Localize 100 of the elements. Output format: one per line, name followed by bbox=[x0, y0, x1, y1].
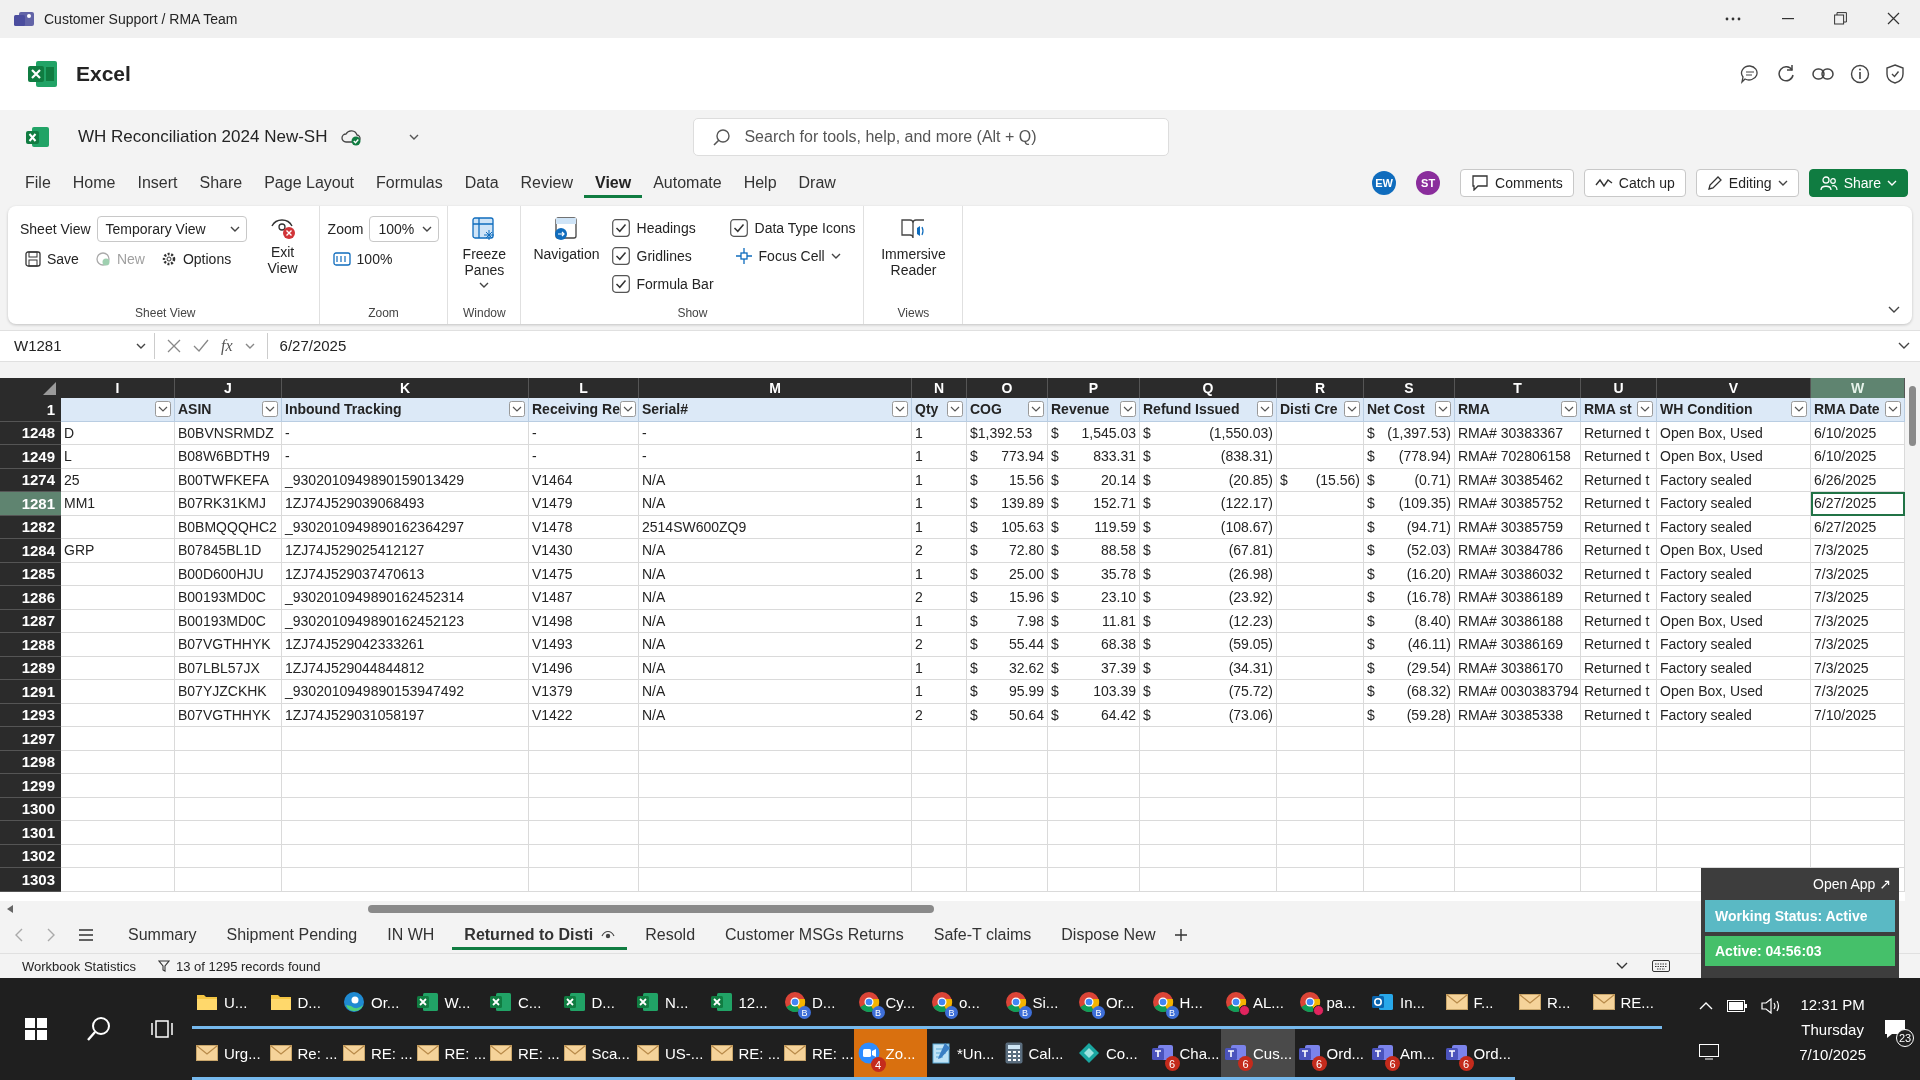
desktop-icon[interactable] bbox=[1699, 1044, 1720, 1060]
chevron-up-icon[interactable] bbox=[1699, 1002, 1714, 1010]
taskbar-button[interactable]: 6 Cus... bbox=[1221, 1029, 1295, 1080]
filter-dropdown-icon[interactable] bbox=[1561, 401, 1577, 418]
keyboard-icon[interactable] bbox=[1652, 960, 1670, 973]
taskbar-button[interactable]: B H... bbox=[1147, 978, 1221, 1029]
row-number[interactable]: 1302 bbox=[0, 844, 61, 869]
filter-dropdown-icon[interactable] bbox=[155, 401, 171, 418]
taskbar-button[interactable]: 4 Zo... bbox=[853, 1029, 927, 1080]
taskbar-button[interactable]: W... bbox=[412, 978, 486, 1029]
row-number[interactable]: 1249 bbox=[0, 445, 61, 469]
checkbox[interactable] bbox=[611, 219, 630, 238]
filter-dropdown-icon[interactable] bbox=[1885, 401, 1901, 418]
taskbar-button[interactable]: Co... bbox=[1074, 1029, 1148, 1080]
row-number[interactable]: 1282 bbox=[0, 515, 61, 540]
column-letter[interactable]: N bbox=[912, 377, 967, 398]
menu-tab[interactable]: File bbox=[14, 168, 62, 199]
taskbar-button[interactable]: 6 Ord... bbox=[1441, 1029, 1515, 1080]
taskbar-button[interactable]: RE... bbox=[1588, 978, 1662, 1029]
editing-button[interactable]: Editing bbox=[1695, 169, 1799, 198]
restore-icon[interactable] bbox=[1834, 12, 1847, 26]
dropdown[interactable]: Temporary View bbox=[96, 216, 247, 243]
menu-tab[interactable]: Insert bbox=[126, 168, 189, 199]
filter-dropdown-icon[interactable] bbox=[1257, 401, 1273, 418]
menu-tab[interactable]: Help bbox=[732, 168, 788, 199]
taskbar-button[interactable]: C... bbox=[486, 978, 560, 1029]
menu-tab[interactable]: Page Layout bbox=[253, 168, 366, 199]
row-number[interactable]: 1286 bbox=[0, 586, 61, 610]
row-number[interactable]: 1281 bbox=[0, 492, 61, 516]
menu-tab[interactable]: Home bbox=[61, 168, 127, 199]
row-number[interactable]: 1297 bbox=[0, 727, 61, 751]
menu-tab[interactable]: Share bbox=[188, 168, 254, 199]
info-icon[interactable] bbox=[1850, 63, 1870, 84]
sheet-tab[interactable]: Shipment Pending bbox=[214, 920, 370, 951]
filter-dropdown-icon[interactable] bbox=[1120, 401, 1136, 418]
column-letter[interactable]: M bbox=[639, 377, 912, 398]
plus-icon[interactable] bbox=[1173, 928, 1188, 943]
filter-dropdown-icon[interactable] bbox=[1028, 401, 1044, 418]
freeze-panes-button[interactable]: Freeze Panes bbox=[456, 212, 513, 293]
taskbar-button[interactable]: 6 Am... bbox=[1368, 1029, 1442, 1080]
speaker-icon[interactable] bbox=[1761, 998, 1782, 1014]
search-field[interactable]: Search for tools, help, and more (Alt + Q) bbox=[693, 117, 1170, 156]
checkbox[interactable] bbox=[729, 219, 748, 238]
more-icon[interactable] bbox=[1724, 15, 1742, 22]
taskbar-button[interactable]: N... bbox=[633, 978, 707, 1029]
open-app-link[interactable]: Open App ↗ bbox=[1809, 872, 1895, 896]
taskbar-button[interactable]: RE: ... bbox=[706, 1029, 780, 1080]
taskbar-button[interactable]: D... bbox=[265, 978, 339, 1029]
formula-field[interactable]: 6/27/2025 bbox=[266, 332, 1886, 359]
collapse-ribbon-icon[interactable] bbox=[1888, 305, 1900, 314]
filter-dropdown-icon[interactable] bbox=[892, 401, 908, 418]
taskbar-button[interactable]: 6 Ord... bbox=[1294, 1029, 1368, 1080]
avatar[interactable]: ST bbox=[1416, 171, 1441, 196]
active-cell[interactable]: 6/27/2025 bbox=[1811, 492, 1905, 516]
row-number[interactable]: 1274 bbox=[0, 468, 61, 493]
catch-up-button[interactable]: Catch up bbox=[1583, 169, 1686, 198]
windows-start-icon[interactable] bbox=[25, 1018, 48, 1040]
chat-icon[interactable] bbox=[1740, 63, 1760, 84]
filter-dropdown-icon[interactable] bbox=[1637, 401, 1653, 418]
refresh-icon[interactable] bbox=[1776, 63, 1796, 84]
taskbar-button[interactable]: U... bbox=[192, 978, 266, 1029]
taskbar-button[interactable]: B Or... bbox=[1074, 978, 1148, 1029]
comments-button[interactable]: Comments bbox=[1460, 169, 1574, 198]
column-letter[interactable]: J bbox=[175, 377, 282, 398]
taskbar-button[interactable]: Cal... bbox=[1000, 1029, 1074, 1080]
menu-tab[interactable]: Data bbox=[453, 168, 510, 199]
taskbar-button[interactable]: Sca... bbox=[559, 1029, 633, 1080]
row-number[interactable]: 1298 bbox=[0, 750, 61, 775]
options-button[interactable]: Options bbox=[155, 248, 237, 271]
taskbar-button[interactable]: B D... bbox=[780, 978, 854, 1029]
filter-dropdown-icon[interactable] bbox=[262, 401, 278, 418]
checkbox[interactable] bbox=[611, 247, 630, 266]
row-number[interactable]: 1285 bbox=[0, 562, 61, 587]
row-number[interactable]: 1291 bbox=[0, 680, 61, 704]
minimize-icon[interactable] bbox=[1782, 17, 1794, 20]
taskbar-button[interactable]: Or... bbox=[339, 978, 413, 1029]
check-icon[interactable] bbox=[193, 338, 209, 353]
search-icon[interactable] bbox=[86, 1016, 112, 1042]
row-number[interactable]: 1289 bbox=[0, 656, 61, 681]
row-number[interactable]: 1288 bbox=[0, 633, 61, 657]
avatar[interactable]: EW bbox=[1372, 171, 1397, 196]
column-letter[interactable]: W bbox=[1811, 377, 1905, 398]
menu-tab[interactable]: Draw bbox=[787, 168, 847, 199]
checkbox[interactable] bbox=[611, 275, 630, 294]
sheet-tab[interactable]: Resold bbox=[633, 920, 708, 951]
row-number[interactable]: 1284 bbox=[0, 539, 61, 563]
taskbar-button[interactable]: 12... bbox=[706, 978, 780, 1029]
filter-dropdown-icon[interactable] bbox=[509, 401, 525, 418]
column-letter[interactable]: U bbox=[1581, 377, 1657, 398]
scroll-thumb[interactable] bbox=[368, 904, 934, 913]
taskbar-button[interactable]: RE: ... bbox=[486, 1029, 560, 1080]
exit-view-button[interactable]: Exit View bbox=[254, 212, 311, 281]
share-button[interactable]: Share bbox=[1808, 169, 1908, 198]
name-box[interactable]: W1281 bbox=[10, 332, 155, 359]
focus-cell-button[interactable]: Focus Cell bbox=[729, 242, 856, 271]
clock[interactable]: 12:31 PM Thursday 7/10/2025 bbox=[1799, 995, 1866, 1063]
menu-tab[interactable]: Review bbox=[509, 168, 584, 199]
row-number[interactable]: 1303 bbox=[0, 868, 61, 892]
sheet-tab[interactable]: Customer MSGs Returns bbox=[713, 920, 916, 951]
shield-icon[interactable] bbox=[1886, 63, 1904, 84]
